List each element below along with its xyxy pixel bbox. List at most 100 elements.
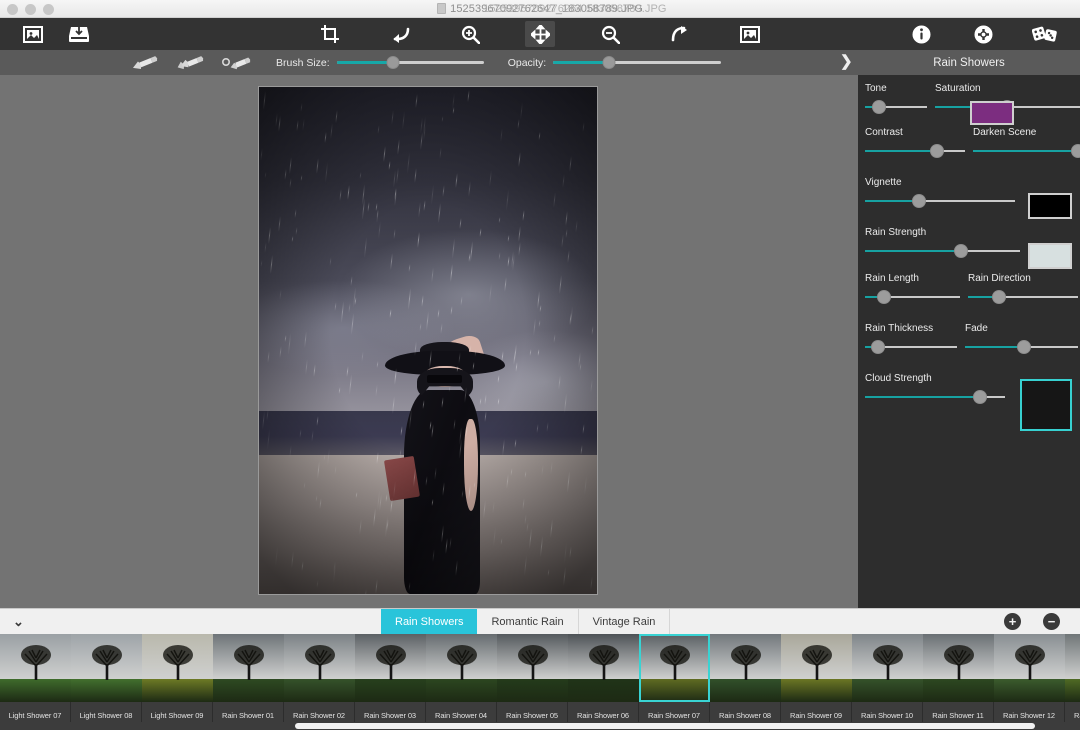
brush-paint-icon[interactable] — [130, 54, 160, 72]
close-button[interactable] — [7, 4, 18, 15]
tab-vintage-rain[interactable]: Vintage Rain — [579, 609, 671, 635]
thumb-tree-icon — [1010, 642, 1050, 680]
brush-erase-icon[interactable] — [176, 54, 206, 72]
slider-fade[interactable] — [965, 339, 1078, 355]
thumb-tree-icon — [868, 642, 908, 680]
preset-thumbnail[interactable]: Rain Shower 01 — [213, 634, 284, 722]
slider-knob[interactable] — [871, 340, 885, 354]
thumbnail-label: Light Shower 09 — [142, 711, 212, 720]
zoom-out-icon[interactable] — [595, 21, 625, 47]
preset-thumbnail[interactable]: Rain Shower 03 — [355, 634, 426, 722]
thumb-ground — [213, 679, 284, 702]
slider-knob[interactable] — [877, 290, 891, 304]
save-image-icon[interactable] — [64, 21, 94, 47]
edited-photo[interactable] — [258, 86, 598, 595]
tab-romantic-rain[interactable]: Romantic Rain — [477, 609, 578, 635]
control-rain-length: Rain Length — [865, 273, 960, 305]
slider-rain-direction[interactable] — [968, 289, 1078, 305]
thumbnail-label: Rain Shower 01 — [213, 711, 283, 720]
preset-thumbnail[interactable]: Rain Shower 09 — [781, 634, 852, 722]
thumbnail-label: Rain Shower 04 — [426, 711, 496, 720]
dice-icon[interactable] — [1030, 21, 1060, 47]
thumbnail-label: Rain Shower 07 — [639, 711, 709, 720]
horizontal-scrollbar[interactable] — [295, 723, 1035, 729]
preset-thumbnail[interactable]: Rain Shower 04 — [426, 634, 497, 722]
control-label: Darken Scene — [973, 127, 1078, 138]
info-icon[interactable] — [906, 21, 936, 47]
preset-thumbnail[interactable]: Light Shower 07 — [0, 634, 71, 722]
slider-rain-strength[interactable] — [865, 243, 1020, 259]
control-label: Rain Direction — [968, 273, 1078, 284]
window-controls[interactable] — [7, 0, 54, 18]
thumbnail-label: Rain Shower 06 — [568, 711, 638, 720]
preset-thumbnail[interactable]: Rain Shower 10 — [852, 634, 923, 722]
thumbnail-label: Light Shower 08 — [71, 711, 141, 720]
maximize-button[interactable] — [43, 4, 54, 15]
minimize-button[interactable] — [25, 4, 36, 15]
preset-thumbnail[interactable]: Light Shower 08 — [71, 634, 142, 722]
swatch-tone[interactable] — [970, 101, 1014, 125]
slider-knob[interactable] — [992, 290, 1006, 304]
preset-thumbnail[interactable]: Rain Shower 11 — [923, 634, 994, 722]
slider-knob[interactable] — [954, 244, 968, 258]
preset-thumbnail[interactable]: Rain Shower 07 — [639, 634, 710, 722]
swatch-rain-strength[interactable] — [1028, 243, 1072, 269]
chevron-right-icon[interactable]: ❯ — [840, 54, 853, 70]
crop-icon[interactable] — [315, 21, 345, 47]
preset-thumbnail[interactable]: Rain Shower 12 — [994, 634, 1065, 722]
control-fade: Fade — [965, 323, 1078, 355]
slider-fill — [965, 346, 1024, 348]
thumb-tree-icon — [797, 642, 837, 680]
slider-darken-scene[interactable] — [973, 143, 1078, 159]
undo-icon[interactable] — [385, 21, 415, 47]
slider-knob[interactable] — [912, 194, 926, 208]
control-label: Rain Thickness — [865, 323, 957, 334]
brush-tools — [130, 54, 252, 72]
thumb-tree-icon — [442, 642, 482, 680]
move-icon[interactable] — [525, 21, 555, 47]
slider-vignette[interactable] — [865, 193, 1015, 209]
preset-thumbnail[interactable]: Rain Shower 06 — [568, 634, 639, 722]
redo-icon[interactable] — [665, 21, 695, 47]
slider-knob[interactable] — [1071, 144, 1080, 158]
brush-reset-icon[interactable] — [222, 54, 252, 72]
add-preset-button[interactable]: + — [1004, 613, 1021, 630]
settings-icon[interactable] — [968, 21, 998, 47]
slider-knob[interactable] — [930, 144, 944, 158]
slider-cloud-strength[interactable] — [865, 389, 1005, 405]
opacity-knob[interactable] — [602, 56, 615, 69]
thumb-ground — [284, 679, 355, 702]
document-icon — [437, 3, 446, 14]
swatch-vignette[interactable] — [1028, 193, 1072, 219]
slider-knob[interactable] — [1017, 340, 1031, 354]
slider-tone[interactable] — [865, 99, 927, 115]
image-frame-icon[interactable] — [18, 21, 48, 47]
control-tone: Tone — [865, 83, 927, 115]
canvas-area[interactable] — [0, 75, 858, 608]
swatch-cloud-strength[interactable] — [1020, 379, 1072, 431]
compare-image-icon[interactable] — [735, 21, 765, 47]
preset-thumbnail[interactable]: Rain Shower 05 — [497, 634, 568, 722]
thumbnail-image — [284, 634, 355, 702]
preset-thumbnail[interactable]: Rain Shower 13 — [1065, 634, 1080, 722]
preset-thumbnail[interactable]: Light Shower 09 — [142, 634, 213, 722]
preset-filmstrip[interactable]: Light Shower 07Light Shower 08Light Show… — [0, 634, 1080, 730]
slider-knob[interactable] — [973, 390, 987, 404]
chevron-down-icon[interactable]: ⌄ — [13, 614, 24, 630]
filmstrip-scroll-area — [0, 722, 1080, 730]
slider-rain-length[interactable] — [865, 289, 960, 305]
opacity-slider[interactable] — [553, 54, 721, 72]
thumb-tree-icon — [584, 642, 624, 680]
brush-size-knob[interactable] — [386, 56, 399, 69]
settings-panel: ToneSaturationContrastDarken SceneVignet… — [858, 75, 1080, 608]
vignette-overlay — [259, 87, 597, 594]
brush-size-slider[interactable] — [337, 54, 484, 72]
slider-rain-thickness[interactable] — [865, 339, 957, 355]
slider-knob[interactable] — [872, 100, 886, 114]
zoom-in-icon[interactable] — [455, 21, 485, 47]
remove-preset-button[interactable]: − — [1043, 613, 1060, 630]
tab-rain-showers[interactable]: Rain Showers — [381, 609, 477, 635]
slider-contrast[interactable] — [865, 143, 965, 159]
preset-thumbnail[interactable]: Rain Shower 08 — [710, 634, 781, 722]
preset-thumbnail[interactable]: Rain Shower 02 — [284, 634, 355, 722]
